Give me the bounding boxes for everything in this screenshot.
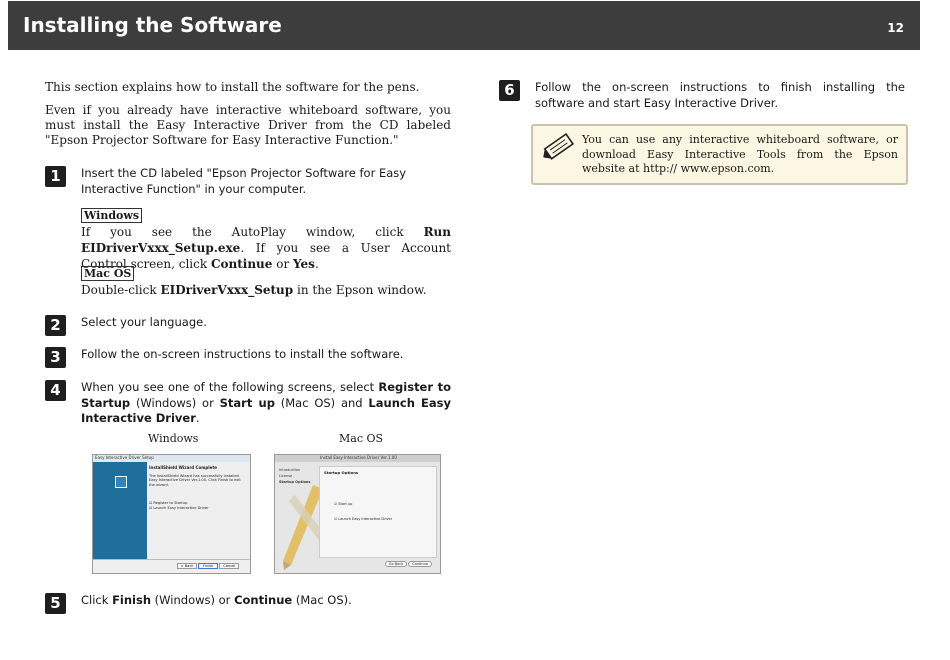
step-1-windows-instructions: If you see the AutoPlay window, click Ru…	[81, 225, 451, 271]
note-box: You can use any interactive whiteboard s…	[531, 124, 908, 185]
mac-heading: Startup Options	[324, 470, 359, 475]
page-header: Installing the Software 12	[8, 1, 920, 50]
step-6-number: 6	[499, 80, 520, 101]
mac-continue-button[interactable]: Continue	[408, 561, 433, 567]
mac-os-label: Mac OS	[81, 266, 135, 281]
windows-label: Windows	[81, 208, 143, 223]
note-text: You can use any interactive whiteboard s…	[582, 133, 898, 175]
mac-go-back-button[interactable]: Go Back	[385, 561, 407, 567]
installer-icon	[115, 476, 127, 488]
win-option-launch[interactable]: ☑ Launch Easy Interactive Driver	[149, 506, 247, 511]
step-1-mac-instructions: Double-click EIDriverVxxx_Setup in the E…	[81, 283, 427, 297]
win-titlebar: Easy Interactive Driver Setup	[93, 455, 250, 462]
step-5-number: 5	[45, 593, 66, 614]
step-3-text: Follow the on-screen instructions to ins…	[81, 347, 404, 361]
mac-titlebar: Install Easy Interactive Driver Ver.1.00	[275, 455, 440, 462]
step-1-number: 1	[45, 166, 66, 187]
mac-installer-screenshot: Install Easy Interactive Driver Ver.1.00…	[274, 454, 441, 574]
mac-option-launch[interactable]: ☑ Launch Easy Interactive Driver	[334, 517, 392, 521]
mac-option-startup[interactable]: ☑ Start up	[334, 502, 352, 506]
step-4-number: 4	[45, 380, 66, 401]
intro-paragraph-1: This section explains how to install the…	[45, 80, 420, 94]
page-number: 12	[887, 21, 904, 35]
page-title: Installing the Software	[23, 13, 282, 37]
step-3-number: 3	[45, 347, 66, 368]
step-6-text: Follow the on-screen instructions to fin…	[535, 80, 905, 110]
win-finish-button[interactable]: Finish	[198, 563, 219, 569]
step-4-text: When you see one of the following screen…	[81, 380, 451, 425]
win-back-button[interactable]: < Back	[177, 563, 197, 569]
step-2-text: Select your language.	[81, 315, 207, 329]
win-body: The InstallShield Wizard has successfull…	[149, 473, 241, 487]
win-cancel-button[interactable]: Cancel	[219, 563, 240, 569]
windows-installer-screenshot: Easy Interactive Driver Setup InstallShi…	[92, 454, 251, 574]
note-pencil-icon	[543, 132, 574, 160]
win-side-banner	[93, 462, 147, 559]
win-heading: InstallShield Wizard Complete	[149, 465, 217, 470]
intro-paragraph-2: Even if you already have interactive whi…	[45, 103, 451, 147]
step-5-text: Click Finish (Windows) or Continue (Mac …	[81, 593, 352, 607]
caption-mac-os: Mac OS	[339, 432, 384, 445]
step-1-text: Insert the CD labeled "Epson Projector S…	[81, 166, 407, 196]
caption-windows: Windows	[148, 432, 199, 445]
step-2-number: 2	[45, 315, 66, 336]
